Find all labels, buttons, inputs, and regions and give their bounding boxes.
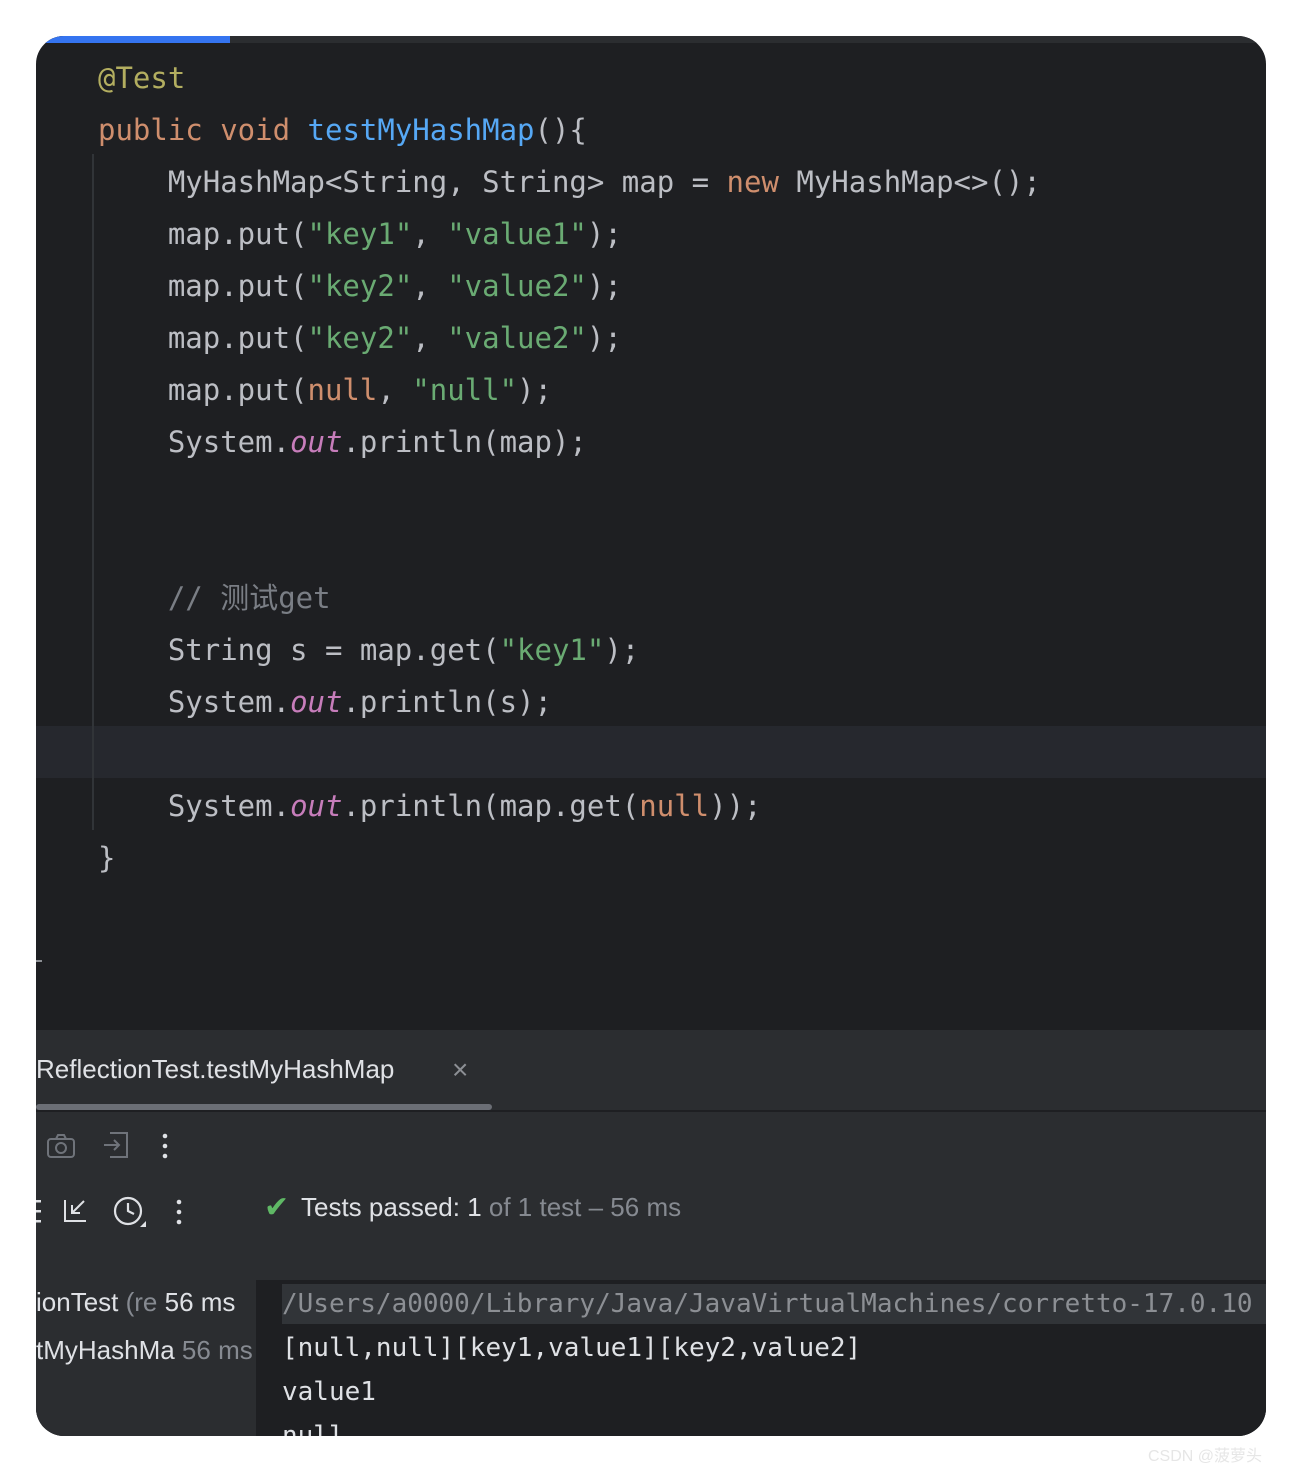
code-token: null	[639, 789, 710, 823]
code-token: .println(map);	[342, 425, 587, 459]
code-token: "key1"	[499, 633, 605, 667]
test-tree: ionTest (re 56 ms tMyHashMa 56 ms	[36, 1280, 256, 1436]
code-token: .println(map.get(	[342, 789, 640, 823]
close-icon[interactable]: ×	[452, 1056, 468, 1084]
code-token: "value2"	[447, 269, 587, 303]
code-line: map.put("key2", "value2");	[98, 312, 622, 364]
code-token: "value2"	[447, 321, 587, 355]
console-line: value1	[282, 1377, 376, 1407]
code-token: String s = map.get(	[98, 633, 500, 667]
list-icon[interactable]	[36, 1198, 44, 1224]
tree-item-time: 56 ms	[174, 1335, 253, 1365]
code-token: map.put(	[98, 321, 308, 355]
code-line: }	[98, 832, 115, 884]
more-vertical-icon[interactable]	[174, 1198, 184, 1226]
code-token: .println(s);	[342, 685, 552, 719]
code-token: System.	[98, 425, 291, 459]
code-token: ,	[412, 269, 448, 303]
console-line: [null,null][key1,value1][key2,value2]	[282, 1333, 862, 1363]
code-line: map.put(null, "null");	[98, 364, 552, 416]
code-token: new	[726, 165, 797, 199]
code-token: ));	[709, 789, 762, 823]
tree-item-class[interactable]: ionTest (re 56 ms	[36, 1282, 256, 1322]
console-line: null	[282, 1421, 345, 1436]
run-tab-title[interactable]: ReflectionTest.testMyHashMap	[36, 1054, 394, 1085]
code-line: public void testMyHashMap(){	[98, 104, 587, 156]
tree-item-label: ionTest	[36, 1287, 119, 1317]
code-token: System.	[98, 685, 291, 719]
current-line-highlight	[36, 726, 1266, 778]
fold-marker	[36, 960, 42, 962]
watermark: CSDN @菠萝头	[1148, 1448, 1263, 1465]
code-token: map.put(	[98, 373, 308, 407]
code-token: "null"	[412, 373, 518, 407]
code-token: "key1"	[307, 217, 413, 251]
code-token: ,	[377, 373, 413, 407]
code-line: // 测试get	[98, 572, 331, 624]
code-token: map.put(	[98, 269, 308, 303]
code-line: String s = map.get("key1");	[98, 624, 639, 676]
code-token: void	[220, 113, 308, 147]
code-token: null	[307, 373, 378, 407]
test-status: Tests passed: 1 of 1 test – 56 ms	[301, 1192, 681, 1223]
code-token: // 测试get	[98, 581, 331, 615]
code-token: "value1"	[447, 217, 587, 251]
check-icon: ✔	[264, 1191, 290, 1224]
active-tab-indicator	[36, 1104, 492, 1110]
code-token: ,	[412, 321, 448, 355]
code-line: @Test	[98, 52, 185, 104]
code-token: }	[98, 841, 116, 875]
code-token: ,	[412, 217, 448, 251]
code-token: "key2"	[307, 269, 413, 303]
code-token: MyHashMap<>();	[796, 165, 1041, 199]
code-token: @Test	[98, 61, 186, 95]
status-label: Tests passed:	[301, 1192, 468, 1222]
indent-guide	[92, 154, 94, 830]
code-token: "key2"	[307, 321, 413, 355]
console-command: /Users/a0000/Library/Java/JavaVirtualMac…	[282, 1289, 1253, 1319]
code-token: out	[290, 685, 343, 719]
code-token: );	[517, 373, 552, 407]
code-token: MyHashMap<String, String> map =	[98, 165, 727, 199]
code-token: out	[290, 789, 343, 823]
console-output[interactable]: /Users/a0000/Library/Java/JavaVirtualMac…	[256, 1280, 1266, 1436]
code-token: (){	[534, 113, 587, 147]
status-summary: of 1 test – 56 ms	[481, 1192, 682, 1222]
tree-item-detail: (re	[118, 1287, 158, 1317]
code-editor[interactable]: @Test public void testMyHashMap(){ MyHash…	[36, 36, 1266, 1030]
code-token: out	[290, 425, 343, 459]
code-line: map.put("key1", "value1");	[98, 208, 622, 260]
code-token: System.	[98, 789, 291, 823]
camera-icon[interactable]	[46, 1132, 76, 1160]
code-token: public	[98, 113, 221, 147]
code-token: );	[586, 269, 622, 303]
tree-item-method[interactable]: tMyHashMa 56 ms	[36, 1330, 256, 1370]
code-line: System.out.println(map.get(null));	[98, 780, 762, 832]
code-line: System.out.println(s);	[98, 676, 552, 728]
code-token: );	[604, 633, 640, 667]
run-panel: ReflectionTest.testMyHashMap × ✔ Tests p…	[36, 1030, 1266, 1436]
code-line: map.put("key2", "value2");	[98, 260, 622, 312]
status-count: 1	[467, 1192, 482, 1222]
collapse-arrow-icon[interactable]	[62, 1196, 90, 1224]
ide-window: @Test public void testMyHashMap(){ MyHash…	[36, 36, 1266, 1436]
code-line: System.out.println(map);	[98, 416, 587, 468]
more-vertical-icon[interactable]	[160, 1132, 170, 1160]
exit-icon[interactable]	[102, 1130, 130, 1160]
code-token: );	[586, 321, 622, 355]
code-token: testMyHashMap	[307, 113, 535, 147]
code-token: map.put(	[98, 217, 308, 251]
run-tab-bar: ReflectionTest.testMyHashMap ×	[36, 1030, 1266, 1112]
tree-item-label: tMyHashMa	[36, 1335, 175, 1365]
code-line: MyHashMap<String, String> map = new MyHa…	[98, 156, 1041, 208]
code-token: );	[586, 217, 622, 251]
tree-item-time: 56 ms	[157, 1287, 236, 1317]
history-icon[interactable]	[112, 1194, 148, 1230]
